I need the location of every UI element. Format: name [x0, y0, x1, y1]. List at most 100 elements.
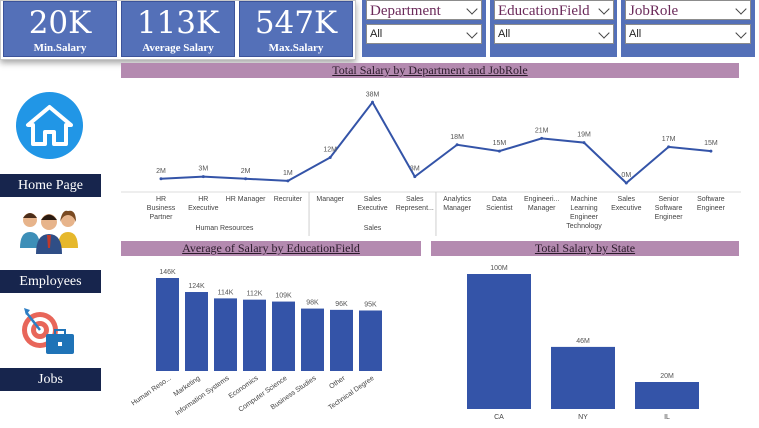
line-point — [201, 175, 205, 179]
kpi-value: 113K — [136, 5, 220, 41]
nav-employees[interactable]: Employees — [0, 270, 101, 293]
line-point — [244, 177, 248, 181]
x-tick-label: Computer Science — [237, 375, 288, 414]
filter-value: All — [629, 28, 642, 40]
data-label: 15M — [704, 140, 718, 147]
group-label: Human Resources — [195, 225, 253, 232]
data-label: 18M — [450, 134, 464, 141]
home-icon — [26, 105, 73, 146]
x-tick-label: Senior Software Engineer — [655, 196, 684, 221]
x-tick-label: Machine Learning Engineer Technology — [566, 196, 602, 230]
data-label: 124K — [188, 283, 205, 290]
line-point — [371, 100, 374, 104]
data-label: 98K — [306, 300, 319, 307]
chevron-down-icon[interactable] — [735, 3, 747, 15]
data-label: 3M — [410, 166, 420, 173]
line-point — [286, 179, 290, 183]
chevron-down-icon[interactable] — [598, 27, 610, 39]
kpi-label: Average Salary — [142, 42, 214, 54]
nav-jobs[interactable]: Jobs — [0, 368, 101, 391]
data-label: 100M — [490, 265, 508, 272]
kpi-value: 20K — [28, 5, 92, 41]
data-label: 146K — [159, 269, 176, 276]
state-chart-title: Total Salary by State — [431, 241, 739, 256]
bar — [330, 309, 353, 371]
line-point — [497, 149, 501, 153]
line-point — [159, 177, 163, 181]
data-label: 95K — [364, 301, 377, 308]
line-point — [582, 141, 586, 145]
bar — [635, 382, 699, 409]
line-point — [709, 149, 713, 153]
kpi-panel: 20K Min.Salary 113K Average Salary 547K … — [0, 0, 356, 60]
bar — [467, 274, 531, 409]
filter-title-dropdown[interactable]: EducationField — [494, 0, 614, 20]
x-tick-label: NY — [578, 414, 588, 421]
data-label: 112K — [247, 291, 263, 298]
filter-title: Department — [370, 3, 441, 19]
bar — [301, 308, 324, 371]
line-chart: 2M 3M 2M 1M 12M 38M 3M 18M 15M 21M 19M 0M 17M 15M HR Bu… — [121, 91, 741, 236]
line-point — [328, 156, 332, 159]
data-label: 2M — [156, 168, 166, 175]
x-tick-label: Recruiter — [274, 196, 303, 203]
x-tick-label: HR Manager — [226, 196, 266, 203]
data-label: 15M — [493, 140, 507, 147]
data-label: 109K — [275, 293, 292, 300]
data-label: 38M — [366, 91, 380, 98]
chevron-down-icon[interactable] — [598, 3, 610, 15]
home-button[interactable] — [16, 92, 83, 159]
data-label: 20M — [660, 373, 674, 380]
filter-value: All — [370, 28, 383, 40]
filter-department: Department All — [362, 0, 486, 57]
data-label: 0M — [621, 172, 631, 179]
data-label: 3M — [198, 166, 208, 173]
x-tick-label: Analytics Manager — [443, 196, 472, 212]
education-chart-title-text: Average of Salary by EducationField — [182, 241, 360, 255]
data-label: 17M — [662, 136, 676, 143]
filter-title-dropdown[interactable]: JobRole — [625, 0, 751, 20]
x-tick-label: Sales Executive — [357, 196, 387, 212]
kpi-average-salary: 113K Average Salary — [121, 1, 235, 57]
line-chart-title-text: Total Salary by Department and JobRole — [332, 63, 528, 77]
state-chart-title-text: Total Salary by State — [534, 241, 636, 255]
bar — [551, 346, 615, 409]
data-label: 21M — [535, 127, 549, 134]
bar — [185, 292, 208, 371]
filter-select[interactable]: All — [366, 24, 482, 44]
filter-title-dropdown[interactable]: Department — [366, 0, 482, 20]
bar — [272, 301, 295, 371]
filter-select[interactable]: All — [494, 24, 614, 44]
bar — [156, 278, 179, 371]
filter-value: All — [498, 28, 511, 40]
chevron-down-icon[interactable] — [466, 3, 478, 15]
chevron-down-icon[interactable] — [466, 27, 478, 39]
data-label: 1M — [283, 170, 293, 177]
x-tick-label: Manager — [316, 196, 344, 203]
jobs-target-icon — [22, 308, 74, 354]
kpi-label: Min.Salary — [33, 42, 87, 54]
filter-education-field: EducationField All — [490, 0, 617, 57]
filter-select[interactable]: All — [625, 24, 751, 44]
education-chart-title: Average of Salary by EducationField — [121, 241, 421, 256]
filter-job-role: JobRole All — [621, 0, 755, 57]
x-tick-label: Information Systems — [174, 375, 231, 418]
x-tick-label: Engineeri... Manager — [524, 196, 559, 212]
chevron-down-icon[interactable] — [735, 27, 747, 39]
bar — [243, 299, 266, 371]
kpi-min-salary: 20K Min.Salary — [3, 1, 117, 57]
line-point — [540, 136, 544, 140]
group-label: Sales — [364, 225, 382, 232]
x-tick-label: Software Engineer — [697, 196, 726, 212]
kpi-label: Max.Salary — [268, 42, 324, 54]
data-label: 12M — [323, 147, 337, 154]
x-tick-label: Sales Represent... — [396, 196, 434, 212]
x-tick-label: HR Business Partner — [147, 196, 176, 221]
data-label: 2M — [241, 168, 251, 175]
education-bar-chart: 146KHuman Reso...124KMarketing114KInform… — [130, 269, 382, 418]
nav-home-page[interactable]: Home Page — [0, 174, 101, 197]
line-point — [667, 145, 671, 149]
x-tick-label: CA — [494, 414, 504, 421]
state-bar-chart: 100M CA 46M NY 20M IL — [467, 265, 699, 421]
kpi-max-salary: 547K Max.Salary — [239, 1, 353, 57]
